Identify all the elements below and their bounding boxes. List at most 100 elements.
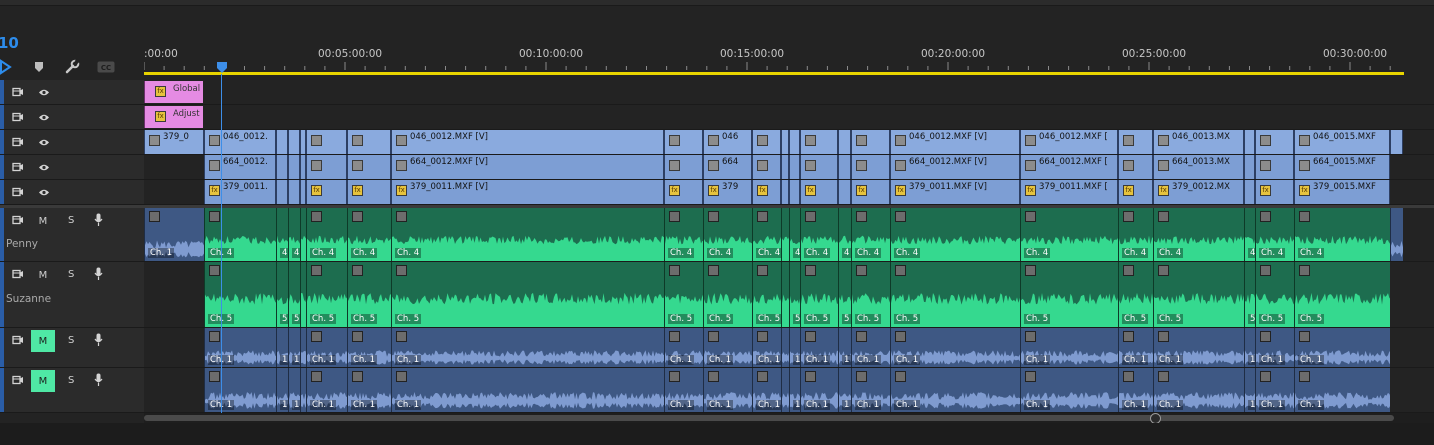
fx-badge-icon[interactable]: fx [155, 86, 166, 97]
fx-badge-icon[interactable] [1158, 160, 1169, 171]
audio-clip[interactable]: Ch. 1 [1255, 328, 1294, 367]
track-selected-indicator[interactable] [0, 80, 4, 104]
audio-clip[interactable]: Ch. 4 [851, 208, 890, 261]
track-selected-indicator[interactable] [0, 130, 4, 154]
video-clip[interactable]: fx 379_0011.MXF [V] [391, 180, 664, 204]
video-clip[interactable] [1255, 155, 1294, 179]
audio-clip[interactable]: Ch. 1 [347, 368, 391, 412]
fx-badge-icon[interactable] [856, 160, 867, 171]
fx-badge-icon[interactable] [1025, 265, 1036, 276]
audio-clip[interactable]: Ch. 4 [664, 208, 703, 261]
video-clip[interactable] [800, 155, 838, 179]
video-clip[interactable] [752, 130, 781, 154]
audio-clip[interactable]: 1 [789, 328, 800, 367]
marker-icon[interactable] [32, 59, 46, 75]
track-selected-indicator[interactable] [0, 155, 4, 179]
video-clip[interactable]: 379_0 [144, 130, 204, 154]
fx-badge-icon[interactable]: fx [895, 185, 906, 196]
video-clip[interactable] [1244, 155, 1255, 179]
audio-clip[interactable]: Ch. 5 [347, 262, 391, 327]
track-name[interactable]: Penny [6, 238, 38, 250]
video-clip[interactable] [306, 155, 347, 179]
fx-badge-icon[interactable] [1123, 331, 1134, 342]
audio-clip[interactable]: 1 [276, 328, 288, 367]
video-clip[interactable]: fx 379 [703, 180, 752, 204]
video-clip[interactable] [276, 130, 288, 154]
audio-clip[interactable]: Ch. 1 [664, 368, 703, 412]
fx-badge-icon[interactable] [1260, 160, 1271, 171]
audio-clip[interactable]: 1 [276, 368, 288, 412]
audio-clip[interactable] [781, 262, 789, 327]
video-clip[interactable]: 664_0012.MXF [V] [391, 155, 664, 179]
audio-clip[interactable]: 4 [1244, 208, 1255, 261]
playhead-timecode[interactable]: 10 [0, 34, 19, 52]
video-clip[interactable] [664, 155, 703, 179]
fx-badge-icon[interactable] [1123, 371, 1134, 382]
video-clip[interactable] [851, 130, 890, 154]
audio-clip[interactable]: Ch. 4 [347, 208, 391, 261]
fx-badge-icon[interactable] [757, 265, 768, 276]
fx-badge-icon[interactable] [1025, 135, 1036, 146]
fx-badge-icon[interactable] [1123, 265, 1134, 276]
fx-badge-icon[interactable] [149, 135, 160, 146]
fx-badge-icon[interactable]: fx [352, 185, 363, 196]
video-clip[interactable]: 664 [703, 155, 752, 179]
audio-clip[interactable]: Ch. 1 [752, 368, 781, 412]
audio-clip[interactable]: Ch. 5 [664, 262, 703, 327]
audio-clip[interactable]: Ch. 1 [1020, 368, 1118, 412]
fx-badge-icon[interactable] [352, 135, 363, 146]
audio-clip[interactable]: Ch. 5 [1118, 262, 1153, 327]
video-clip[interactable]: fx [752, 180, 781, 204]
fx-badge-icon[interactable] [396, 135, 407, 146]
video-clip[interactable] [838, 180, 851, 204]
audio-clip[interactable]: Ch. 1 [851, 328, 890, 367]
audio-clip[interactable]: Ch. 1 [1153, 328, 1244, 367]
audio-clip[interactable]: 1 [1244, 368, 1255, 412]
audio-clip[interactable]: Ch. 1 [1118, 368, 1153, 412]
audio-clip[interactable]: 5 [1244, 262, 1255, 327]
fx-badge-icon[interactable]: fx [805, 185, 816, 196]
audio-clip[interactable] [781, 368, 789, 412]
fx-badge-icon[interactable] [209, 160, 220, 171]
mute-button[interactable]: M [31, 330, 55, 352]
fx-badge-icon[interactable] [757, 160, 768, 171]
fx-badge-icon[interactable] [805, 371, 816, 382]
fx-badge-icon[interactable] [352, 160, 363, 171]
fx-badge-icon[interactable] [895, 211, 906, 222]
audio-clip[interactable]: 4 [288, 208, 300, 261]
video-clip[interactable] [789, 180, 800, 204]
audio-clip[interactable]: Ch. 5 [391, 262, 664, 327]
fx-badge-icon[interactable] [856, 211, 867, 222]
audio-clip[interactable]: Ch. 1 [703, 368, 752, 412]
fx-badge-icon[interactable] [1025, 371, 1036, 382]
mute-button[interactable]: M [31, 370, 55, 392]
video-clip[interactable]: 046_0012.MXF [V] [391, 130, 664, 154]
audio-clip[interactable]: Ch. 5 [1255, 262, 1294, 327]
video-clip[interactable] [1390, 130, 1403, 154]
fx-badge-icon[interactable] [708, 371, 719, 382]
video-clip[interactable] [306, 130, 347, 154]
video-clip[interactable]: fx 379_0011.MXF [ [1020, 180, 1118, 204]
fx-badge-icon[interactable] [1299, 160, 1310, 171]
fx-badge-icon[interactable] [209, 211, 220, 222]
video-clip[interactable]: fx [800, 180, 838, 204]
video-clip[interactable] [752, 155, 781, 179]
track-name[interactable]: Suzanne [6, 293, 51, 305]
fx-badge-icon[interactable] [708, 135, 719, 146]
fx-badge-icon[interactable]: fx [1123, 185, 1134, 196]
audio-clip[interactable]: Ch. 1 [1153, 368, 1244, 412]
video-clip[interactable] [276, 155, 288, 179]
fx-badge-icon[interactable] [1025, 331, 1036, 342]
video-clip[interactable]: 046_0012.MXF [ [1020, 130, 1118, 154]
fx-badge-icon[interactable]: fx [209, 185, 220, 196]
fx-badge-icon[interactable] [311, 331, 322, 342]
fx-badge-icon[interactable] [1158, 331, 1169, 342]
audio-clip[interactable]: Ch. 1 [1020, 328, 1118, 367]
fx-badge-icon[interactable] [1260, 211, 1271, 222]
audio-clip[interactable]: Ch. 5 [306, 262, 347, 327]
audio-clip[interactable]: Ch. 4 [391, 208, 664, 261]
audio-clip[interactable]: Ch. 1 [664, 328, 703, 367]
fx-badge-icon[interactable] [805, 265, 816, 276]
video-clip[interactable] [347, 130, 391, 154]
audio-clip[interactable] [1390, 208, 1403, 261]
